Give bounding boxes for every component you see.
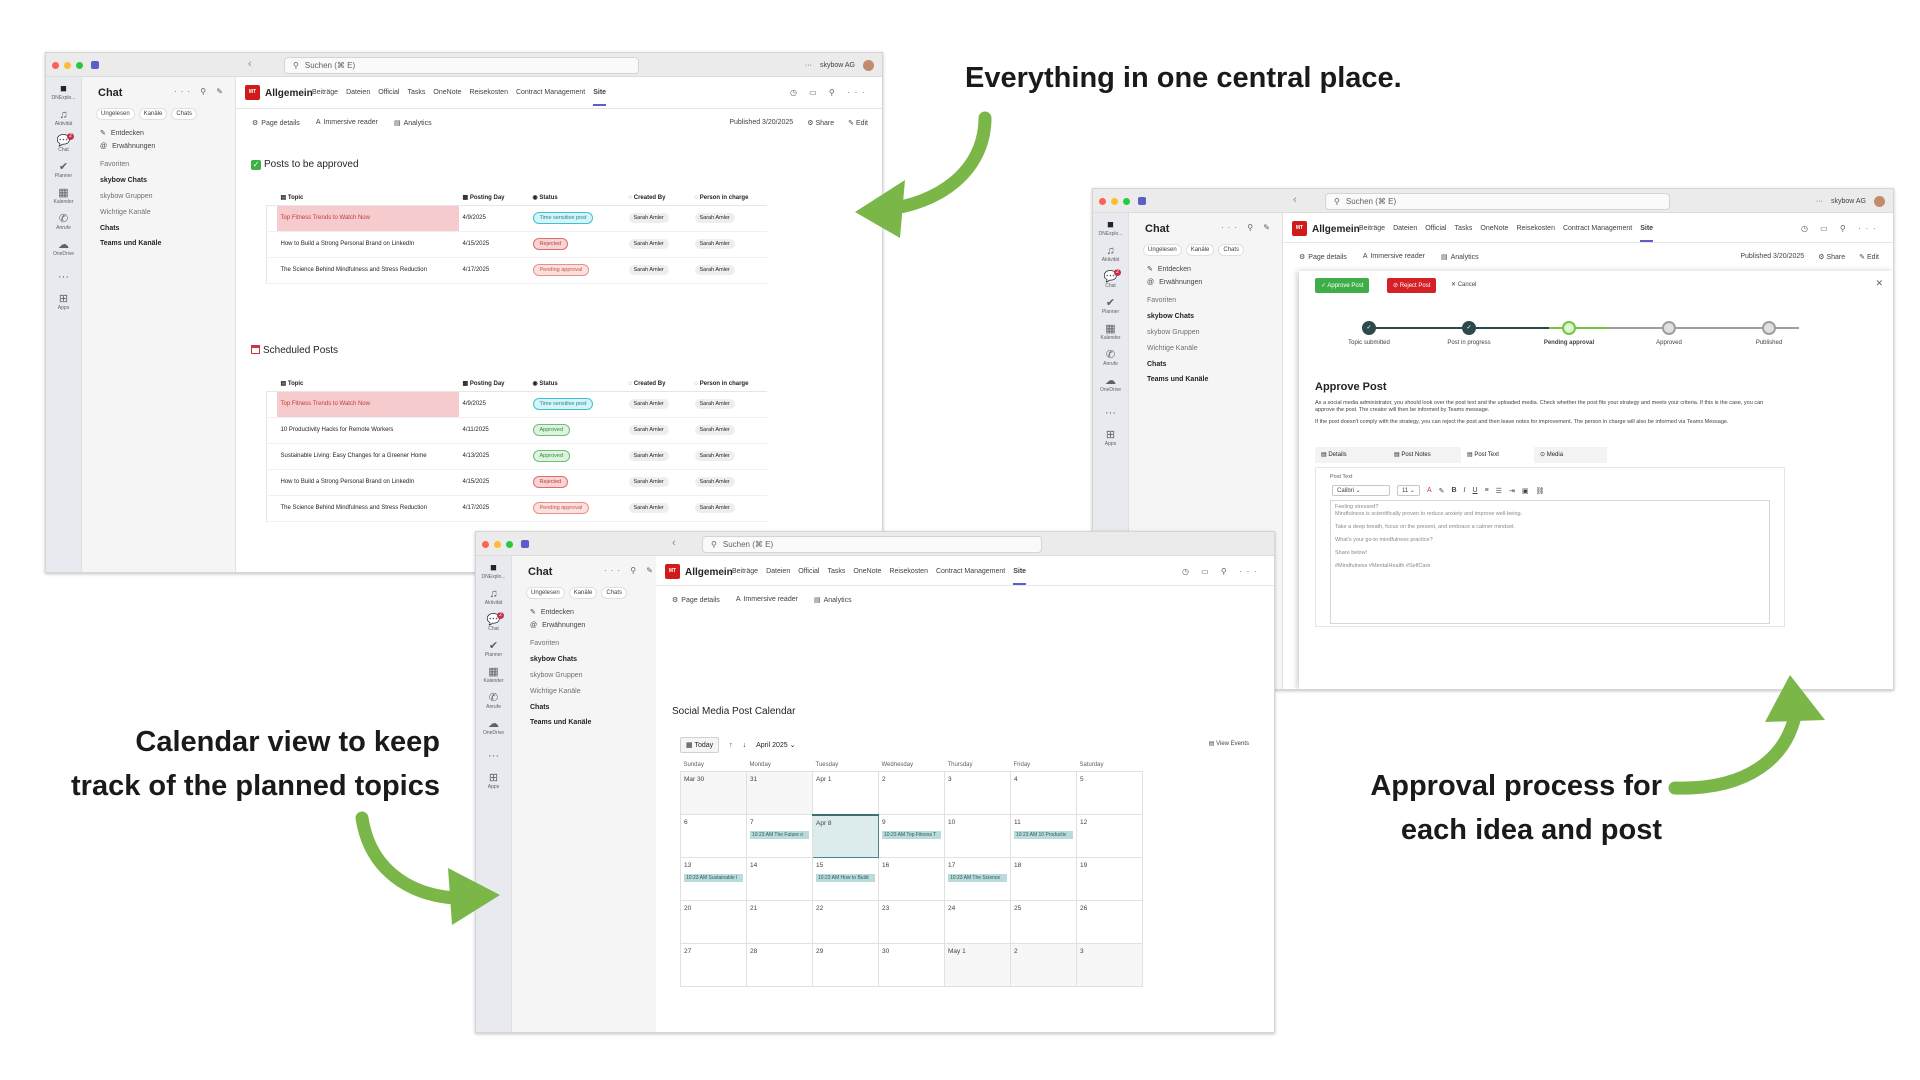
- arrow-left: [355, 811, 462, 905]
- arrow-right-head: [1765, 675, 1825, 722]
- arrow-left-head: [448, 868, 500, 925]
- arrow-top-head: [855, 180, 905, 238]
- arrows-layer: [355, 111, 1825, 925]
